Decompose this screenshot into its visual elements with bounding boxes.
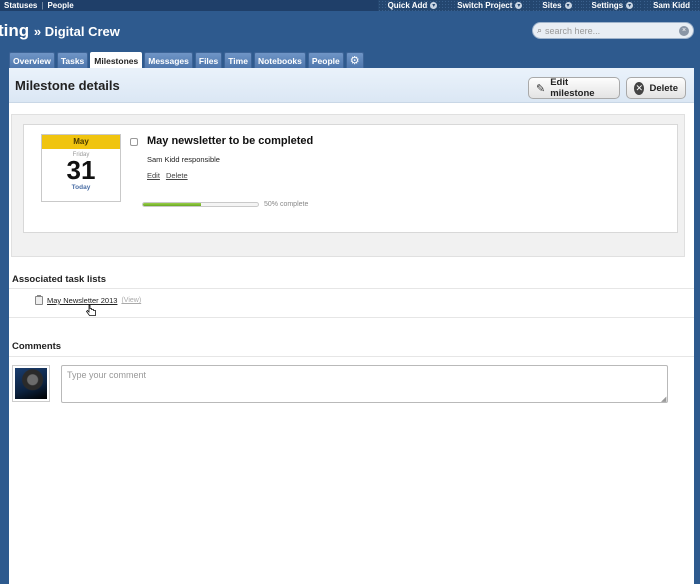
divider — [9, 317, 694, 318]
clear-search-icon[interactable]: × — [679, 25, 689, 36]
search-icon: ⌕ — [537, 25, 543, 35]
divider — [9, 356, 694, 357]
divider — [9, 288, 694, 289]
tab-tasks[interactable]: Tasks — [56, 52, 89, 68]
tab-messages[interactable]: Messages — [144, 52, 193, 68]
top-link-separator: | — [41, 1, 44, 10]
project-title: ting » Digital Crew — [0, 21, 120, 41]
tab-files[interactable]: Files — [194, 52, 223, 68]
comments-heading: Comments — [12, 341, 62, 352]
switch-project-label: Switch Project — [457, 1, 513, 10]
delete-label: Delete — [649, 82, 678, 94]
progress-fill — [143, 203, 201, 206]
search-input[interactable] — [545, 25, 679, 36]
project-header: ting » Digital Crew ⌕ × — [0, 11, 700, 51]
milestone-card-area: May Friday 31 Today May newsletter to be… — [11, 114, 685, 257]
hand-cursor-icon — [86, 304, 96, 316]
progress-label: 50% complete — [264, 201, 309, 208]
milestone-responsible: Sam Kidd responsible — [147, 155, 220, 164]
milestone-complete-checkbox[interactable] — [130, 138, 138, 146]
avatar-image — [15, 368, 47, 399]
project-title-main: ting — [0, 21, 30, 40]
chevron-down-icon: ▾ — [515, 2, 523, 9]
delete-milestone-button[interactable]: ✕ Delete — [626, 77, 686, 99]
quick-add-menu[interactable]: Quick Add ▾ — [377, 0, 448, 11]
tab-milestones[interactable]: Milestones — [90, 52, 143, 69]
settings-label: Settings — [591, 1, 624, 10]
pencil-icon: ✎ — [536, 82, 546, 95]
page-title: Milestone details — [15, 78, 120, 93]
task-list-view-link[interactable]: (View) — [121, 297, 141, 304]
sites-menu[interactable]: Sites ▾ — [532, 0, 582, 11]
search-box: ⌕ × — [532, 22, 694, 39]
comment-input[interactable] — [61, 365, 668, 403]
progress-bar — [142, 202, 259, 207]
milestone-title: May newsletter to be completed — [147, 135, 314, 147]
chevron-down-icon: ▾ — [626, 2, 634, 9]
user-menu[interactable]: Sam Kidd — [643, 0, 700, 11]
milestone-card: May Friday 31 Today May newsletter to be… — [23, 124, 678, 233]
calendar-day: 31 — [66, 155, 96, 185]
panel-header: Milestone details ✎ Edit milestone ✕ Del… — [9, 68, 694, 103]
milestone-edit-link[interactable]: Edit — [147, 171, 160, 180]
tab-notebooks[interactable]: Notebooks — [253, 52, 306, 68]
sites-label: Sites — [542, 1, 562, 10]
edit-milestone-button[interactable]: ✎ Edit milestone — [528, 77, 620, 99]
settings-menu[interactable]: Settings ▾ — [581, 0, 644, 11]
tab-settings-gear-icon[interactable]: ⚙ — [345, 52, 364, 68]
chevron-down-icon: ▾ — [564, 2, 572, 9]
project-tabs: Overview Tasks Milestones Messages Files… — [9, 52, 364, 69]
people-link[interactable]: People — [47, 1, 73, 10]
clipboard-icon — [35, 295, 43, 305]
top-menus: Quick Add ▾ Switch Project ▾ Sites ▾ Set… — [377, 0, 700, 11]
milestone-actions: Edit Delete — [147, 171, 188, 180]
avatar — [12, 365, 50, 402]
calendar-badge: May Friday 31 Today — [41, 134, 121, 202]
statuses-link[interactable]: Statuses — [4, 1, 37, 10]
milestone-delete-link[interactable]: Delete — [166, 171, 188, 180]
tab-people[interactable]: People — [307, 52, 344, 68]
top-bar: Statuses | People Quick Add ▾ Switch Pro… — [0, 0, 700, 11]
task-list-link[interactable]: May Newsletter 2013 — [47, 296, 117, 305]
tab-overview[interactable]: Overview — [9, 52, 55, 68]
calendar-relative: Today — [71, 184, 91, 191]
switch-project-menu[interactable]: Switch Project ▾ — [447, 0, 533, 11]
project-title-sub: » Digital Crew — [33, 24, 120, 39]
calendar-month: May — [42, 135, 120, 149]
tab-time[interactable]: Time — [224, 52, 252, 68]
resize-grip-icon[interactable]: ◢ — [661, 396, 666, 403]
top-left-links: Statuses | People — [0, 1, 74, 10]
chevron-down-icon: ▾ — [430, 2, 438, 9]
close-icon: ✕ — [634, 81, 645, 95]
task-lists-heading: Associated task lists — [12, 274, 106, 285]
edit-milestone-label: Edit milestone — [550, 77, 595, 99]
user-name-label: Sam Kidd — [653, 1, 690, 10]
main-panel: Milestone details ✎ Edit milestone ✕ Del… — [9, 68, 694, 584]
quick-add-label: Quick Add — [387, 1, 428, 10]
